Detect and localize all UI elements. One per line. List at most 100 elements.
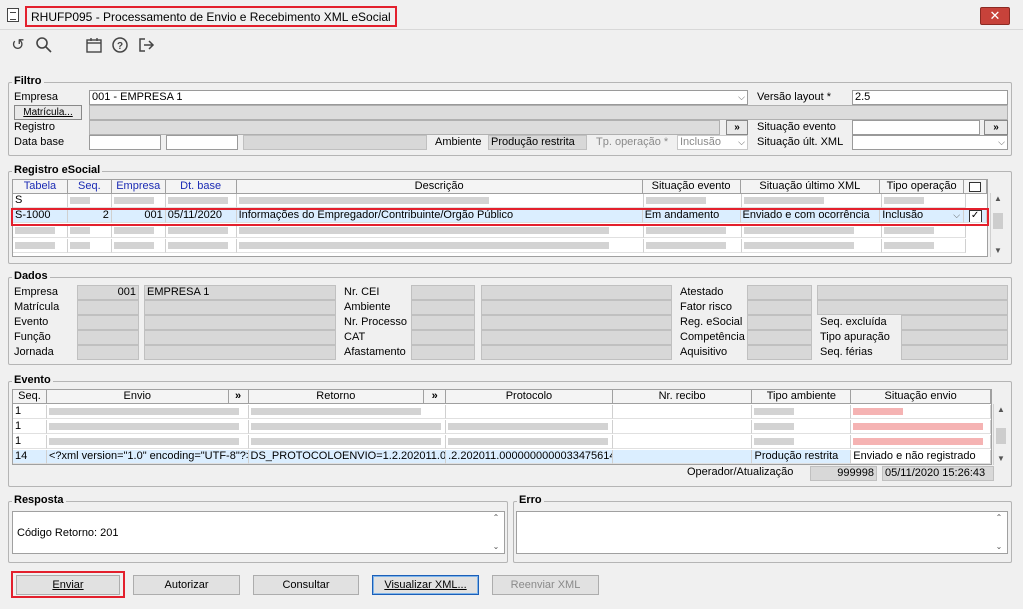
seq-ferias-label: Seq. férias [820,346,873,358]
table-row[interactable] [13,224,987,238]
tp-operacao-label: Tp. operação * [596,136,669,148]
scroll-thumb [993,213,1003,229]
col-envio[interactable]: Envio [46,390,229,404]
fator-risco-value [817,300,1008,315]
dados-jornada-code [77,345,139,360]
data-base-label: Data base [14,136,65,148]
retorno-expand-button[interactable]: » [424,390,447,404]
table-row[interactable]: 1 [13,420,991,434]
operador-label: Operador/Atualização [687,466,794,478]
competencia-code [747,330,812,345]
dados-jornada-name [144,345,336,360]
search-icon[interactable] [34,36,54,56]
cell-nr-recibo [612,450,753,464]
title-bar: RHUFP095 - Processamento de Envio e Rece… [0,0,1023,30]
svg-text:?: ? [117,41,123,52]
situacao-evento-lookup-button[interactable]: » [984,120,1008,135]
enviar-button[interactable]: Enviar [16,575,120,595]
dados-matricula-name [144,300,336,315]
col-situacao-envio[interactable]: Situação envio [851,390,991,404]
col-tipo-operacao[interactable]: Tipo operação [880,180,965,194]
table-row-selected[interactable]: 14 <?xml version="1.0" encoding="UTF-8"?… [13,450,991,464]
chevron-down-icon: ⌵ [738,137,745,147]
registro-grid: Tabela Seq. Empresa Dt. base Descrição S… [12,179,988,257]
dados-matricula-label: Matrícula [14,301,60,313]
registro-lookup-button[interactable]: » [726,120,748,135]
checkbox-checked-icon: ✓ [968,210,982,222]
empresa-select[interactable]: 001 - EMPRESA 1 ⌵ [89,90,748,105]
data-base-desc-field [243,135,427,150]
erro-legend: Erro [517,494,544,506]
ambiente-code [411,300,475,315]
resposta-scrollbar[interactable]: ⌃ ⌄ [489,512,504,553]
versao-layout-label: Versão layout * [757,91,831,103]
dados-legend: Dados [12,270,50,282]
consultar-button[interactable]: Consultar [253,575,359,595]
cell-tipo-ambiente: Produção restrita [752,450,852,464]
envio-expand-button[interactable]: » [228,390,249,404]
dados-evento-code [77,315,139,330]
col-situacao-evento[interactable]: Situação evento [642,180,741,194]
versao-layout-field[interactable]: 2.5 [852,90,1008,105]
dados-empresa-name: EMPRESA 1 [144,285,336,300]
table-row[interactable]: 1 [13,435,991,449]
registro-scrollbar[interactable]: ▲ ▼ [990,193,1005,257]
cell-seq: 14 [13,450,47,464]
col-tabela[interactable]: Tabela [13,180,68,194]
cell-seq: 2 [67,209,112,223]
help-icon[interactable]: ? [110,36,130,56]
chevron-down-icon: ⌵ [998,137,1005,147]
operador-value: 999998 [810,466,877,481]
afastamento-label: Afastamento [344,346,406,358]
col-dt-base[interactable]: Dt. base [165,180,237,194]
atestado-code [747,285,812,300]
visualizar-xml-button[interactable]: Visualizar XML... [372,575,479,595]
erro-textarea[interactable] [516,511,1008,554]
cell-tipo-operacao[interactable]: Inclusão ⌵ [880,209,965,223]
col-seq[interactable]: Seq. [67,180,112,194]
matricula-button[interactable]: Matrícula... [14,105,82,120]
col-empresa[interactable]: Empresa [111,180,166,194]
situacao-xml-select[interactable]: ⌵ [852,135,1008,150]
cell-situacao-evento: Em andamento [642,209,741,223]
seq-excluida-value [901,315,1008,330]
table-row[interactable] [13,239,987,253]
cell-envio: <?xml version="1.0" encoding="UTF-8"?> [46,450,249,464]
tipo-apuracao-label: Tipo apuração [820,331,890,343]
data-base-end-field[interactable] [166,135,238,150]
calendar-icon[interactable] [84,36,104,56]
close-button[interactable]: ✕ [980,7,1010,25]
col-protocolo[interactable]: Protocolo [446,390,613,404]
document-icon [7,8,19,22]
erro-scrollbar[interactable]: ⌃ ⌄ [992,512,1007,553]
col-tipo-ambiente[interactable]: Tipo ambiente [752,390,852,404]
autorizar-button[interactable]: Autorizar [133,575,240,595]
data-base-start-field[interactable] [89,135,161,150]
cell-situacao-xml: Enviado e com ocorrência [740,209,881,223]
reg-esocial-code [747,315,812,330]
cell-descricao: Informações do Empregador/Contribuinte/Ó… [236,209,643,223]
dados-ambiente-label: Ambiente [344,301,391,313]
col-nr-recibo[interactable]: Nr. recibo [612,390,753,404]
col-descricao[interactable]: Descrição [236,180,643,194]
ambiente-value [481,300,672,315]
dados-funcao-name [144,330,336,345]
scroll-down-icon: ⌄ [995,542,1003,551]
table-row[interactable]: 1 [13,405,991,419]
col-retorno[interactable]: Retorno [248,390,425,404]
cat-value [481,330,672,345]
evento-scrollbar[interactable]: ▲ ▼ [993,404,1008,465]
resposta-textarea[interactable]: Código Retorno: 201 [12,511,505,554]
table-row[interactable]: S [13,194,987,208]
table-row-selected[interactable]: S-1000 2 001 05/11/2020 Informações do E… [13,209,987,223]
undo-icon[interactable]: ↺ [8,36,28,56]
situacao-evento-field[interactable] [852,120,980,135]
col-seq[interactable]: Seq. [13,390,47,404]
exit-icon[interactable] [136,36,156,56]
col-select-all[interactable] [964,180,987,194]
seq-excluida-label: Seq. excluída [820,316,887,328]
col-situacao-xml[interactable]: Situação último XML [740,180,881,194]
evento-grid-header: Seq. Envio » Retorno » Protocolo Nr. rec… [13,390,991,404]
cell-select[interactable]: ✓ [964,209,987,223]
tipo-apuracao-value [901,330,1008,345]
